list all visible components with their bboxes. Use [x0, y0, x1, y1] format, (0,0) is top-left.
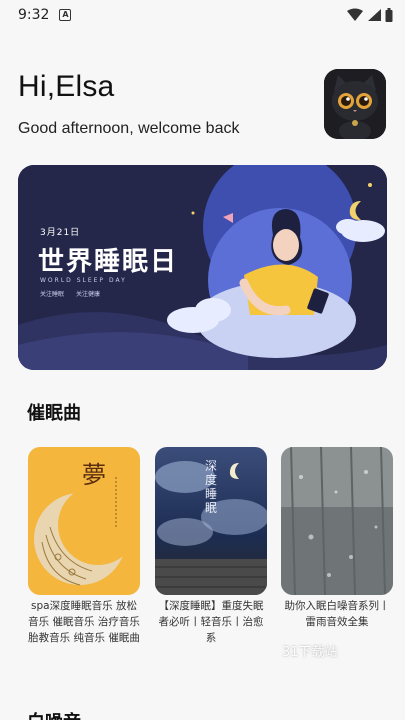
card-title: 助你入眠白噪音系列丨雷雨音效全集 [284, 600, 390, 628]
world-sleep-day-banner[interactable]: 3月21日 世界睡眠日 WORLD SLEEP DAY 关注睡眠 关注健康 [18, 165, 387, 370]
avatar[interactable] [324, 69, 386, 139]
notification-a-icon: A [59, 9, 72, 21]
banner-tag: 关注健康 [76, 291, 101, 298]
banner-subtitle-en: WORLD SLEEP DAY [40, 277, 127, 284]
banner-tag: 关注睡眠 [40, 291, 65, 298]
section-title-hypnosis: 催眠曲 [27, 403, 81, 424]
banner-tags: 关注睡眠 关注健康 [40, 289, 100, 298]
card-cover [281, 447, 393, 595]
greeting-title: Hi,Elsa [18, 70, 115, 103]
status-bar: 9:32 A [0, 0, 405, 30]
card-cover: 深度睡眠 [155, 447, 267, 595]
music-card[interactable]: 夢 spa深度睡眠音乐 放松音乐 催眠音乐 治疗音乐 胎教音乐 纯音乐 催眠曲 [28, 447, 140, 646]
black-cat-avatar-image [324, 69, 386, 139]
rainy-window-cover-image [281, 447, 393, 595]
signal-icon [368, 9, 381, 21]
section-title-white-noise: 白噪音 [27, 708, 81, 720]
banner-date: 3月21日 [40, 228, 81, 238]
card-title: 【深度睡眠】重度失眠者必听丨轻音乐丨治愈系 [158, 600, 264, 644]
status-icons [347, 8, 393, 22]
music-card[interactable]: 深度睡眠 【深度睡眠】重度失眠者必听丨轻音乐丨治愈系 [155, 447, 267, 646]
card-cover: 夢 [28, 447, 140, 595]
watermark: 31下载站 [282, 645, 338, 660]
greeting-subtitle: Good afternoon, welcome back [18, 120, 240, 137]
battery-icon [385, 8, 393, 22]
card-title: spa深度睡眠音乐 放松音乐 催眠音乐 治疗音乐 胎教音乐 纯音乐 催眠曲 [28, 600, 140, 644]
status-time: 9:32 [18, 7, 50, 23]
card-art-text: 夢 [82, 461, 106, 489]
music-card[interactable]: 助你入眠白噪音系列丨雷雨音效全集 [281, 447, 393, 630]
wifi-icon [347, 8, 363, 21]
card-art-text: 深度睡眠 [205, 459, 218, 515]
banner-title: 世界睡眠日 [38, 247, 179, 277]
